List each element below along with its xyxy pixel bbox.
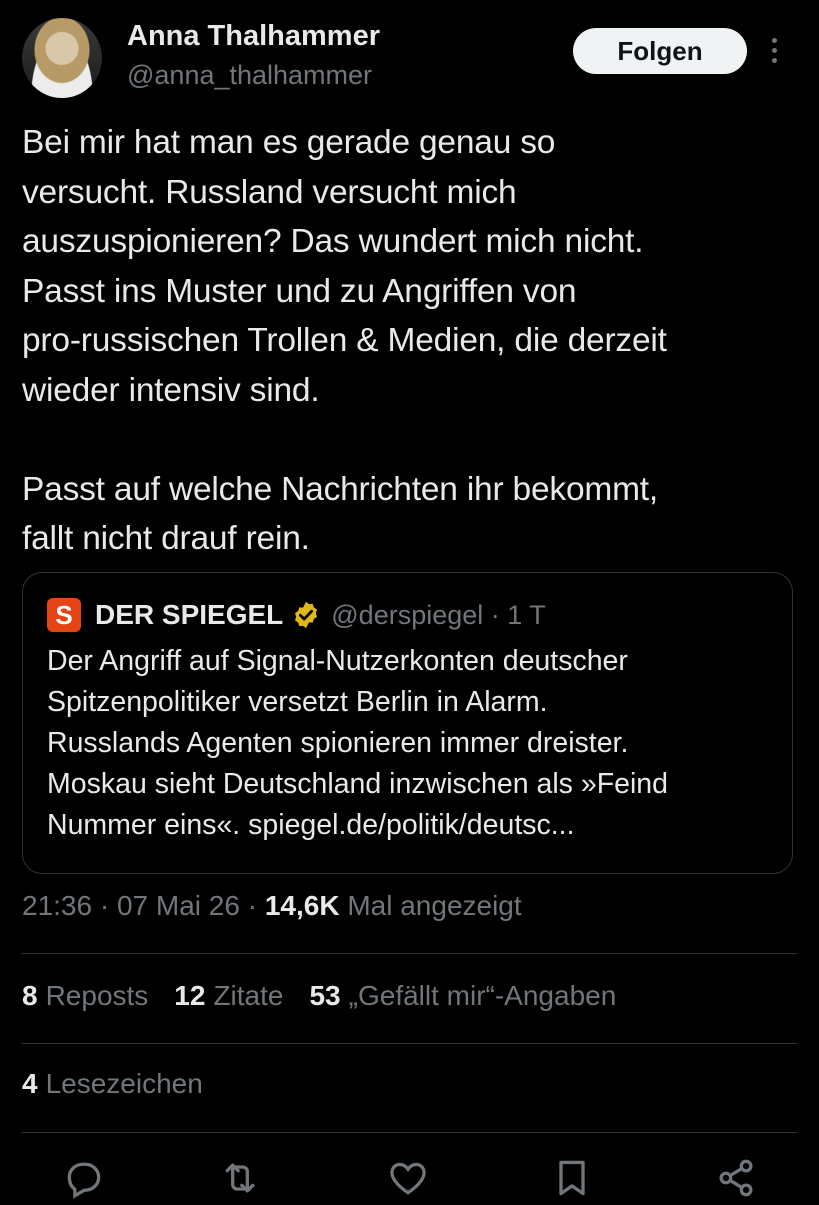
quoted-author-handle-time: @derspiegel · 1 T xyxy=(331,599,546,630)
tweet-meta: 21:36 · 07 Mai 26 · 14,6K Mal angezeigt xyxy=(22,890,522,921)
bookmark-icon[interactable] xyxy=(550,1156,594,1200)
divider xyxy=(22,1043,797,1044)
quotes-count: 12 xyxy=(174,980,206,1011)
quoted-tweet-header: S DER SPIEGEL @derspiegel · 1 T xyxy=(47,595,546,635)
verified-badge-icon xyxy=(295,601,318,629)
action-bar xyxy=(0,1152,819,1200)
bookmarks-label: Lesezeichen xyxy=(45,1068,203,1099)
quotes-label: Zitate xyxy=(213,980,284,1011)
bookmarks-count: 4 xyxy=(22,1068,38,1099)
avatar[interactable] xyxy=(22,18,102,98)
share-icon[interactable] xyxy=(714,1156,758,1200)
repost-icon[interactable] xyxy=(218,1156,262,1200)
like-icon[interactable] xyxy=(386,1156,430,1200)
bookmarks-stat[interactable]: 4 Lesezeichen xyxy=(22,1068,203,1100)
quotes-stat[interactable]: 12 Zitate xyxy=(174,980,283,1012)
more-options-icon[interactable] xyxy=(767,38,781,68)
tweet-text: Bei mir hat man es gerade genau so versu… xyxy=(22,124,667,557)
likes-stat[interactable]: 53 „Gefällt mir“-Angaben xyxy=(309,980,616,1012)
engagement-stats: 8 Reposts 12 Zitate 53 „Gefällt mir“-Angabe… xyxy=(22,980,616,1012)
view-count-label: Mal angezeigt xyxy=(347,890,522,921)
author-handle[interactable]: @anna_thalhammer xyxy=(127,60,372,91)
author-name[interactable]: Anna Thalhammer xyxy=(127,20,380,53)
reply-icon[interactable] xyxy=(62,1156,106,1200)
tweet-header: Anna Thalhammer @anna_thalhammer Folgen xyxy=(22,18,797,102)
tweet-date[interactable]: 07 Mai 26 xyxy=(117,890,240,921)
view-count: 14,6K xyxy=(264,890,340,921)
likes-count: 53 xyxy=(309,980,341,1011)
reposts-label: Reposts xyxy=(45,980,149,1011)
likes-label: „Gefällt mir“-Angaben xyxy=(348,980,617,1011)
quoted-tweet-text: Der Angriff auf Signal-Nutzerkonten deut… xyxy=(47,645,668,841)
follow-button[interactable]: Folgen xyxy=(573,28,747,74)
divider xyxy=(22,1132,797,1133)
spiegel-logo-icon: S xyxy=(47,598,81,632)
divider xyxy=(22,953,797,954)
tweet-time[interactable]: 21:36 xyxy=(22,890,92,921)
reposts-stat[interactable]: 8 Reposts xyxy=(22,980,148,1012)
quoted-tweet[interactable]: S DER SPIEGEL @derspiegel · 1 T Der Angr… xyxy=(22,572,793,874)
quoted-author-name: DER SPIEGEL xyxy=(95,599,284,630)
reposts-count: 8 xyxy=(22,980,38,1011)
